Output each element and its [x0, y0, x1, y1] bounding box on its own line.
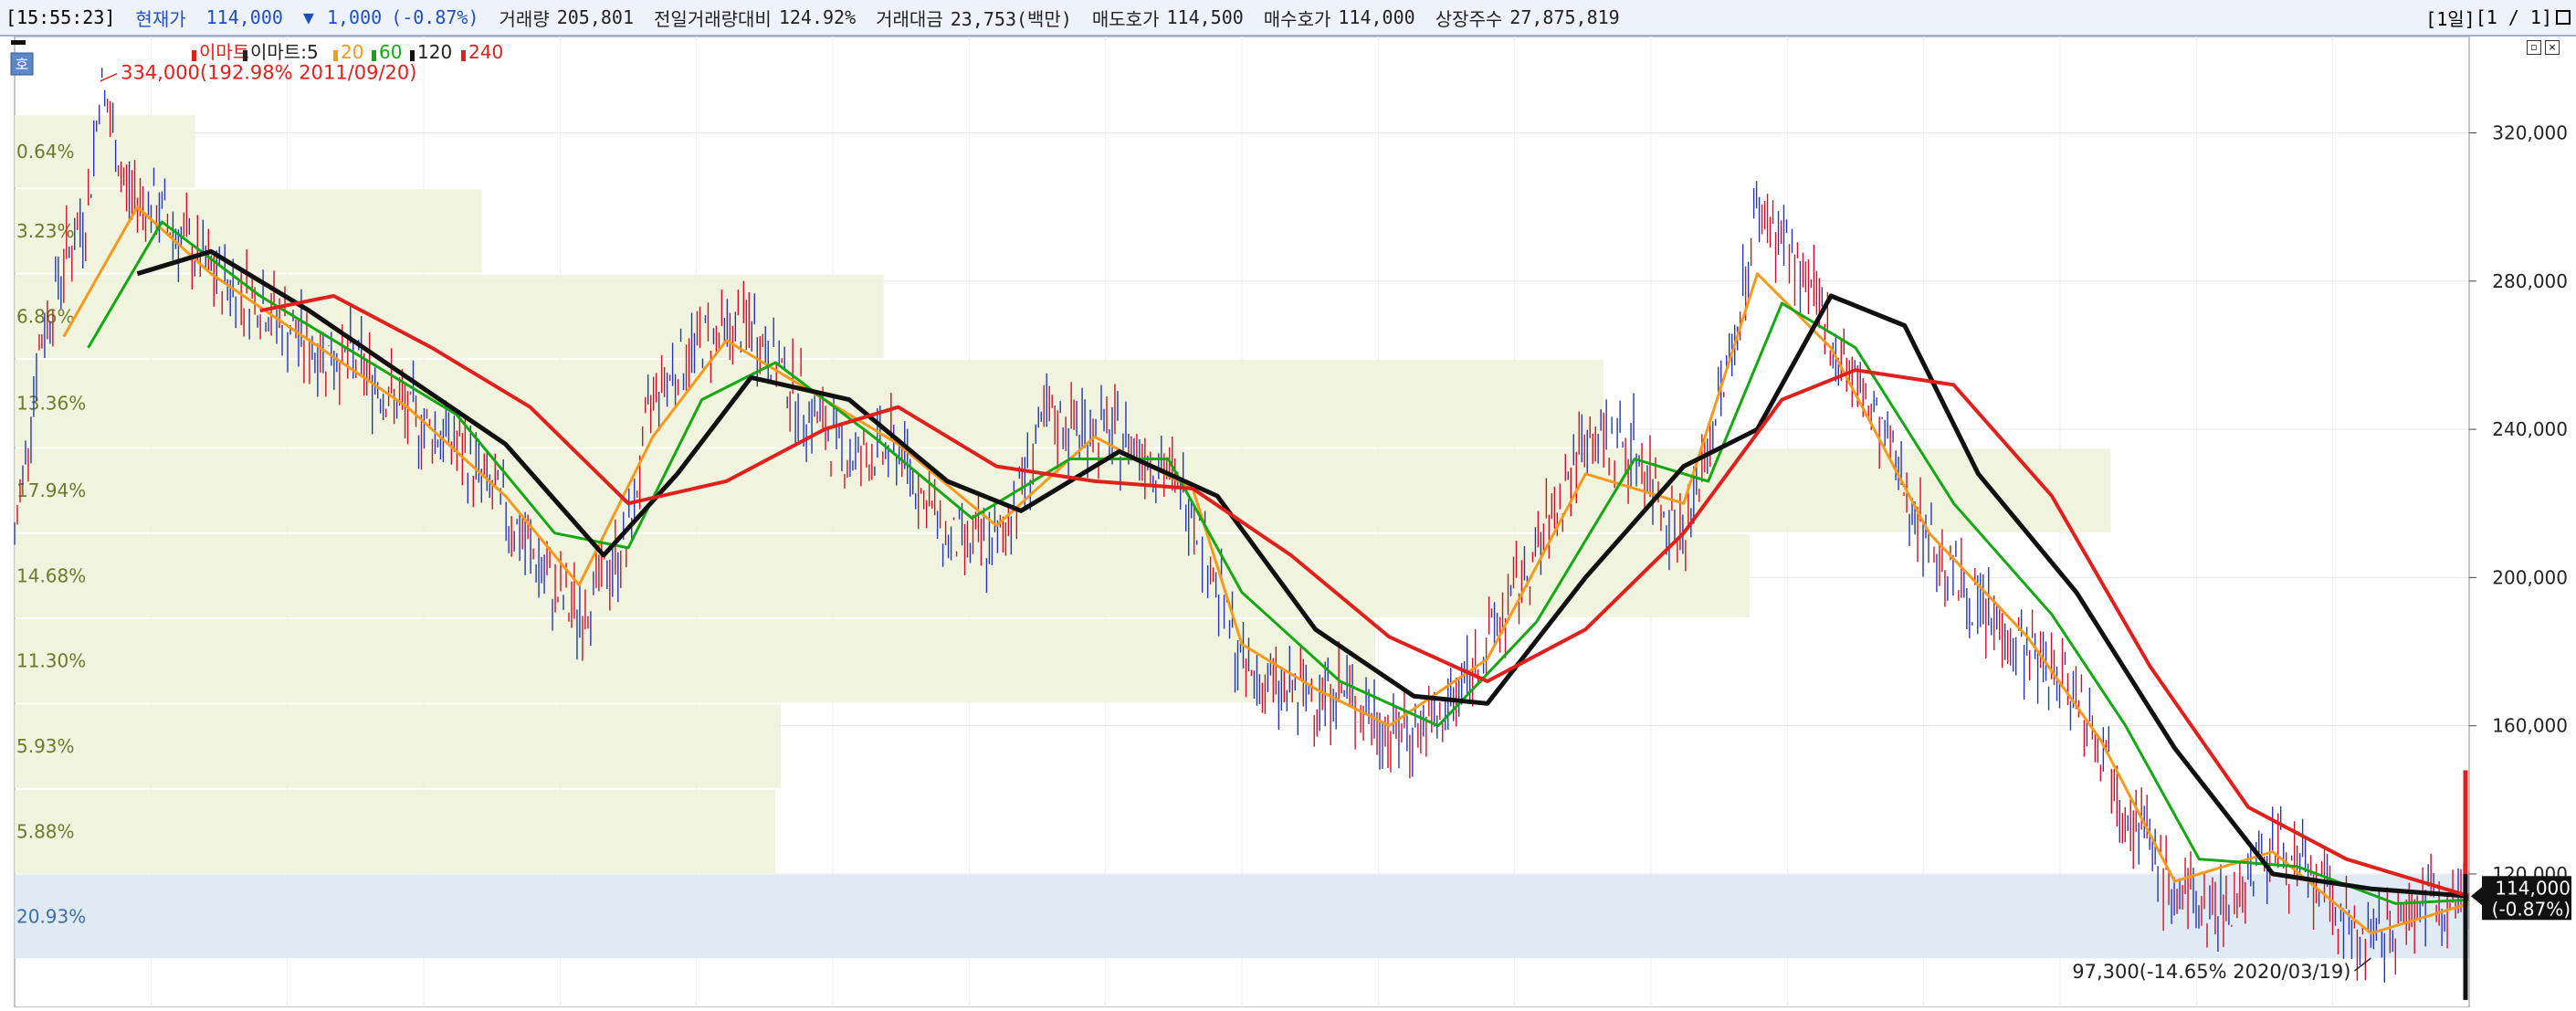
- volume-label: 거래량: [499, 7, 550, 30]
- y-tick-label: 280,000: [2492, 270, 2568, 292]
- legend-swatch: [372, 50, 376, 61]
- prev-volume-value: 124.92%: [778, 6, 857, 28]
- prev-volume-label: 전일거래량대비: [654, 7, 772, 30]
- amount-label: 거래대금: [876, 7, 943, 30]
- volume-profile-label: 20.93%: [16, 906, 86, 928]
- change-value: 1,000: [326, 6, 383, 28]
- legend-item: 20: [341, 41, 363, 63]
- legend-swatch: [192, 50, 196, 61]
- legend-swatch: [410, 50, 415, 61]
- shares-value: 27,875,819: [1509, 6, 1620, 28]
- price-chart[interactable]: 0.64% 3.23% 6.86% 13.36% 17.94% 14.68% 11.30% 5…: [0, 36, 2576, 1008]
- volume-profile-label: 13.36%: [16, 393, 86, 415]
- volume-profile-bar: [15, 704, 782, 788]
- price-tag-value: 114,000: [2495, 877, 2571, 899]
- legend-swatch: [461, 50, 466, 61]
- legend-item: 120: [417, 41, 452, 63]
- quote-header-bar: [15:55:23] 현재가 114,000 ▼ 1,000 (-0.87%) …: [0, 0, 2576, 37]
- volume-profile-label: 11.30%: [16, 650, 86, 672]
- volume-profile-label: 3.23%: [16, 220, 75, 242]
- y-tick-label: 320,000: [2492, 121, 2568, 143]
- volume-profile-label: 6.86%: [16, 305, 75, 327]
- legend-swatch: [243, 50, 247, 61]
- legend-item: 240: [468, 41, 503, 63]
- window-controls: ▫ ×: [2527, 40, 2560, 55]
- bid-value: 114,000: [1338, 6, 1415, 28]
- price-tag-pct: (-0.87%): [2492, 898, 2571, 920]
- current-price-value: 114,000: [205, 6, 283, 28]
- bid-label: 매수호가: [1263, 7, 1331, 30]
- low-annotation: 97,300(-14.65% 2020/03/19): [2072, 961, 2350, 983]
- volume-profile-label: 5.88%: [16, 820, 75, 842]
- restore-icon[interactable]: ▫: [2527, 40, 2541, 55]
- mode-button-label: 호: [16, 56, 29, 73]
- legend-item: 이마트: [199, 41, 249, 63]
- volume-profile-label: 17.94%: [16, 479, 86, 501]
- period-selector[interactable]: [1일]: [2425, 5, 2476, 31]
- y-tick-label: 200,000: [2492, 566, 2568, 588]
- volume-profile-bar: [15, 274, 884, 358]
- period-pager: [1일] [1 / 1]: [2425, 0, 2571, 35]
- clock-text: [15:55:23]: [5, 6, 116, 28]
- volume-profile-label: 14.68%: [16, 564, 86, 586]
- change-percent: (-0.87%): [391, 6, 479, 28]
- y-tick-label: 240,000: [2492, 418, 2568, 440]
- page-indicator[interactable]: [1 / 1]: [2476, 6, 2552, 28]
- volume-profile-bar: [15, 448, 2111, 532]
- amount-value: 23,753(백만): [950, 7, 1072, 30]
- volume-profile-bar: [15, 189, 482, 273]
- volume-profile-bar: [15, 874, 2469, 959]
- ask-value: 114,500: [1166, 6, 1244, 28]
- price-chart-area[interactable]: 0.64% 3.23% 6.86% 13.36% 17.94% 14.68% 11.30% 5…: [0, 36, 2576, 1008]
- maximize-icon[interactable]: [2556, 10, 2571, 25]
- legend-item: 이마트:5: [250, 41, 319, 63]
- volume-profile-bar: [15, 789, 775, 873]
- current-price-label: 현재가: [135, 7, 186, 30]
- y-axis-panel: [2469, 37, 2576, 1007]
- y-tick-label: 160,000: [2492, 715, 2568, 737]
- volume-profile-label: 5.93%: [16, 735, 75, 757]
- legend-swatch: [333, 50, 338, 61]
- ask-label: 매도호가: [1091, 7, 1160, 30]
- legend-item: 60: [379, 41, 402, 63]
- volume-profile-label: 0.64%: [16, 141, 75, 163]
- high-annotation: 334,000(192.98% 2011/09/20): [121, 62, 416, 84]
- shares-label: 상장주수: [1435, 7, 1503, 30]
- legend-handle: [11, 40, 26, 45]
- volume-profile-bar: [15, 618, 1376, 703]
- down-arrow-icon: ▼: [302, 6, 314, 28]
- volume-value: 205,801: [556, 6, 635, 28]
- close-icon[interactable]: ×: [2545, 40, 2560, 55]
